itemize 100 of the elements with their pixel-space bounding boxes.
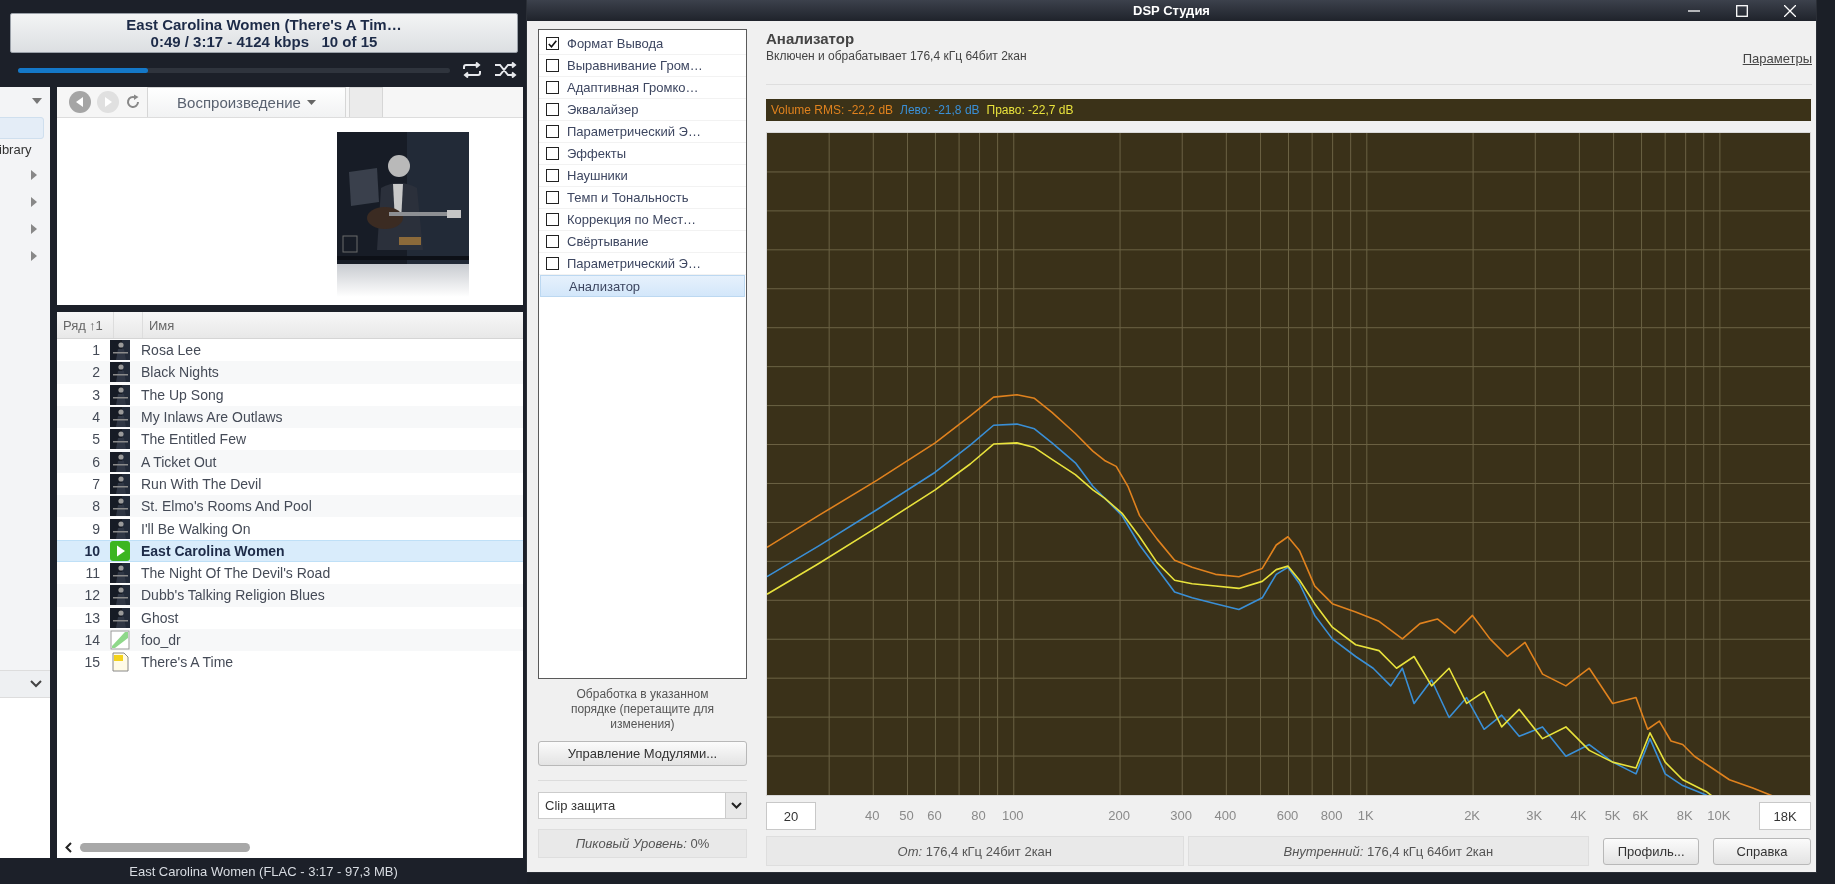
profile-button[interactable]: Профиль... [1603, 837, 1700, 865]
column-header[interactable]: Ряд [63, 317, 86, 333]
axis-tick-label: 800 [1320, 808, 1343, 823]
refresh-icon[interactable] [125, 94, 141, 110]
module-item[interactable]: Анализатор [540, 275, 745, 297]
playlist-row[interactable]: 9 I'll Be Walking On [57, 517, 523, 540]
level-reading: Лево: -21,8 dB [900, 103, 980, 117]
playlist-row[interactable]: 14 foo_dr [57, 628, 523, 652]
chevron-down-icon [730, 802, 742, 809]
playlist-row[interactable]: 13 Ghost [57, 606, 523, 629]
playlist-row[interactable]: 2 Black Nights [57, 361, 523, 384]
document-icon [110, 652, 130, 673]
analyzer-title: Анализатор [766, 30, 856, 47]
axis-tick-label: 5K [1604, 808, 1621, 823]
clip-dropdown[interactable]: Clip защита [538, 792, 747, 819]
checkbox[interactable] [546, 125, 559, 138]
axis-tick-label: 400 [1214, 808, 1237, 823]
axis-tick-label: 2K [1464, 808, 1481, 823]
format-info-field: Внутренний: 176,4 кГц 64бит 2кан [1187, 836, 1590, 866]
axis-tick-label: 100 [1001, 808, 1024, 823]
window-title: DSP Студия [1133, 3, 1210, 18]
maximize-icon[interactable] [1736, 4, 1748, 17]
playlist-row[interactable]: 8 St. Elmo's Rooms And Pool [57, 495, 523, 518]
axis-tick-label: 80 [971, 808, 986, 823]
level-reading: Volume RMS: -22,2 dB [771, 103, 894, 117]
playlist-row[interactable]: 12 Dubb's Talking Religion Blues [57, 584, 523, 607]
checkbox[interactable] [546, 213, 559, 226]
chevron-left-icon[interactable] [65, 841, 72, 853]
axis-tick-label: 300 [1170, 808, 1193, 823]
expand-arrow-icon[interactable] [31, 196, 37, 207]
module-item[interactable]: Эквалайзер [539, 99, 746, 121]
checkmark-icon [548, 39, 557, 48]
module-item[interactable]: Эффекты [539, 143, 746, 165]
column-header[interactable]: Имя [143, 317, 175, 333]
manage-modules-button[interactable]: Управление Модулями... [538, 741, 747, 766]
scrollbar-thumb[interactable] [80, 842, 250, 852]
axis-tick-label: 3K [1526, 808, 1543, 823]
status-bar-text: East Carolina Women (FLAC - 3:17 - 97,3 MB) [128, 862, 399, 881]
module-item[interactable]: Формат Вывода [539, 33, 746, 55]
playlist-row[interactable]: 5 The Entitled Few [57, 428, 523, 451]
playlist-row[interactable]: 4 My Inlaws Are Outlaws [57, 405, 523, 429]
playlist-row[interactable]: 15 There's A Time [57, 651, 523, 674]
checkbox[interactable] [546, 169, 559, 182]
frequency-field[interactable]: 20 [766, 802, 816, 830]
module-item[interactable]: Наушники [539, 165, 746, 187]
axis-tick-label: 40 [865, 808, 880, 823]
image-file-icon [110, 630, 130, 650]
checkbox[interactable] [546, 81, 559, 94]
play-icon [110, 540, 130, 561]
checkbox[interactable] [546, 191, 559, 204]
axis-tick-label: 60 [927, 808, 942, 823]
track-title: East Carolina Women (There's A Tim… [126, 16, 402, 33]
tree-item-highlight [0, 117, 44, 139]
module-item[interactable]: Параметрический Э… [539, 121, 746, 143]
checkbox[interactable] [546, 59, 559, 72]
axis-tick-label: 8K [1676, 808, 1693, 823]
checkbox[interactable] [546, 37, 559, 50]
chevron-down-icon[interactable] [30, 680, 42, 688]
track-info: 0:49 / 3:17 - 4124 kbps 10 of 15 [150, 33, 378, 50]
playlist-row[interactable]: 10 East Carolina Women [57, 539, 523, 562]
tree-item[interactable]: ibrary [0, 139, 50, 161]
expand-arrow-icon[interactable] [31, 169, 37, 180]
playlist-row[interactable]: 6 A Ticket Out [57, 450, 523, 473]
expand-arrow-icon[interactable] [31, 250, 37, 261]
format-info-field: От: 176,4 кГц 24бит 2кан [766, 836, 1184, 866]
axis-tick-label: 10K [1707, 808, 1731, 823]
frequency-field[interactable]: 18K [1759, 802, 1811, 830]
module-item[interactable]: Коррекция по Мест… [539, 209, 746, 231]
settings-link[interactable]: Параметры [1742, 51, 1812, 84]
axis-tick-label: 200 [1108, 808, 1130, 823]
checkbox[interactable] [546, 257, 559, 270]
dropdown-arrow-icon[interactable] [32, 98, 42, 104]
peak-level-text: Пиковый Уровень: 0% [575, 836, 710, 851]
axis-tick-label: 50 [899, 808, 914, 823]
checkbox[interactable] [546, 103, 559, 116]
playlist-row[interactable]: 3 The Up Song [57, 383, 523, 406]
playlist-row[interactable]: 1 Rosa Lee [57, 339, 523, 362]
help-button[interactable]: Справка [1713, 837, 1811, 865]
close-icon[interactable] [1784, 4, 1796, 17]
checkbox[interactable] [546, 147, 559, 160]
playlist-row[interactable]: 7 Run With The Devil [57, 472, 523, 496]
shuffle-icon[interactable] [494, 62, 518, 78]
axis-tick-label: 600 [1276, 808, 1299, 823]
axis-tick-label: 4K [1570, 808, 1587, 823]
sort-indicator: ↑1 [88, 317, 103, 333]
axis-tick-label: 6K [1632, 808, 1649, 823]
expand-arrow-icon[interactable] [31, 223, 37, 234]
module-item[interactable]: Выравнивание Гром… [539, 55, 746, 77]
tab[interactable]: Воспроизведение [147, 87, 346, 117]
module-item[interactable]: Адаптивная Громко… [539, 77, 746, 99]
playlist-row[interactable]: 11 The Night Of The Devil's Road [57, 561, 523, 585]
caret-icon [306, 100, 316, 105]
module-item[interactable]: Свёртывание [539, 231, 746, 253]
module-item[interactable]: Темп и Тональность [539, 187, 746, 209]
hint-text: Обработка в указанном порядке (перетащите для изменения) [569, 687, 716, 732]
level-reading: Право: -22,7 dB [986, 103, 1074, 117]
checkbox[interactable] [546, 235, 559, 248]
analyzer-subtitle: Включен и обрабатывает 176,4 кГц 64бит 2кан [766, 49, 1027, 63]
repeat-icon[interactable] [460, 62, 484, 78]
axis-tick-label: 1K [1357, 808, 1374, 823]
